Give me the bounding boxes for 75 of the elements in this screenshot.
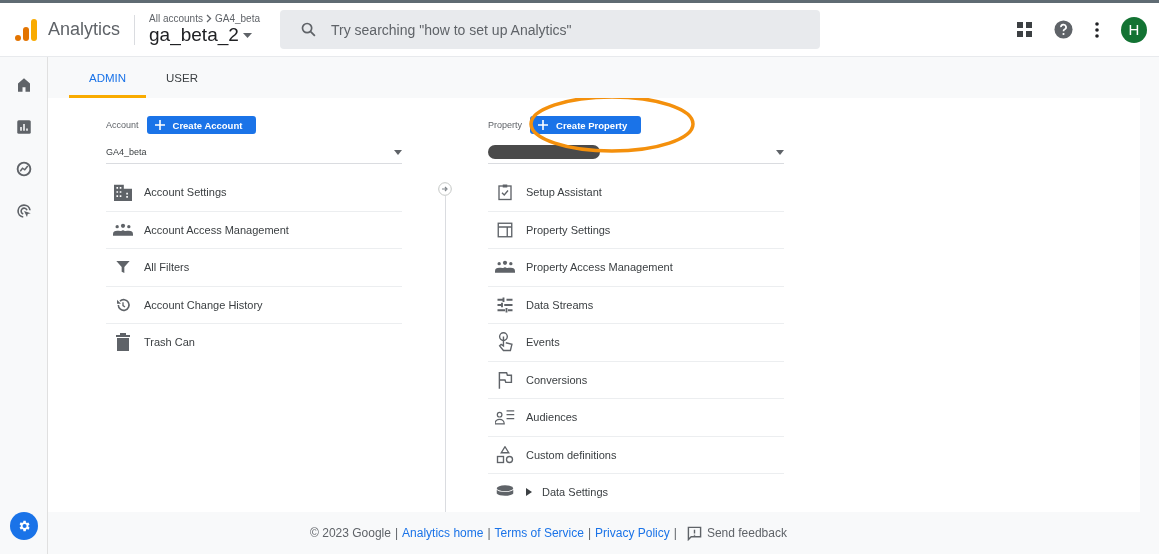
trash-icon — [116, 333, 130, 352]
menu-item[interactable]: Conversions — [488, 361, 784, 399]
feedback-button[interactable]: Send feedback — [686, 525, 787, 541]
menu-item[interactable]: All Filters — [106, 249, 402, 287]
apps-grid-icon[interactable] — [1017, 22, 1032, 37]
shapes-icon — [496, 445, 514, 464]
layout-icon — [496, 220, 514, 239]
menu-label: Data Settings — [542, 486, 609, 499]
chevron-right-icon — [205, 14, 212, 23]
menu-label: Account Settings — [144, 186, 227, 199]
property-picker[interactable]: ga_beta_2 — [149, 24, 260, 46]
menu-item[interactable]: Property Access Management — [488, 249, 784, 287]
streams-icon — [496, 296, 514, 313]
menu-item[interactable]: Trash Can — [106, 324, 402, 361]
plus-icon — [538, 120, 548, 130]
footer-link[interactable]: Privacy Policy — [595, 526, 670, 540]
footer-link[interactable]: Terms of Service — [494, 526, 584, 540]
menu-item[interactable]: Account Access Management — [106, 211, 402, 249]
help-icon[interactable] — [1054, 20, 1073, 39]
separator: | — [394, 526, 399, 540]
analytics-logo-icon — [14, 17, 38, 42]
flag-icon — [497, 370, 513, 389]
tab[interactable]: USER — [146, 57, 218, 98]
audience-icon — [495, 409, 515, 426]
separator: | — [673, 526, 677, 540]
copyright-text: © 2023 Google — [310, 526, 391, 540]
plus-icon — [154, 120, 165, 130]
menu-label: Property Access Management — [526, 261, 673, 274]
menu-label: Audiences — [526, 411, 578, 424]
menu-item[interactable]: Account Change History — [106, 286, 402, 324]
menu-label: Account Change History — [144, 298, 263, 311]
breadcrumb-link[interactable]: GA4_beta — [214, 13, 260, 24]
menu-item[interactable]: Setup Assistant — [488, 174, 784, 212]
menu-item[interactable]: Account Settings — [106, 174, 402, 212]
menu-label: All Filters — [144, 261, 190, 274]
menu-label: Data Streams — [526, 298, 594, 311]
footer-link[interactable]: Analytics home — [402, 526, 484, 540]
filter-icon — [115, 259, 131, 276]
separator: | — [587, 526, 592, 540]
history-icon — [115, 296, 131, 313]
avatar[interactable]: H — [1121, 16, 1147, 43]
dropdown-arrow-icon — [776, 149, 784, 155]
menu-label: Custom definitions — [526, 448, 617, 461]
selector-dropdown[interactable]: GA4_beta — [106, 141, 402, 164]
menu-item[interactable]: Custom definitions — [488, 436, 784, 474]
app-name: Analytics — [48, 14, 136, 45]
section-label: Property — [488, 120, 522, 130]
breadcrumb-link[interactable]: All accounts — [149, 13, 203, 24]
section-label: Account — [106, 120, 139, 130]
create-button[interactable]: Create Account — [146, 116, 257, 134]
touch-icon — [497, 332, 513, 353]
settings-icon[interactable] — [9, 512, 38, 540]
menu-label: Account Access Management — [144, 223, 289, 236]
dropdown-arrow-icon — [242, 32, 252, 38]
clipboard-check-icon — [496, 183, 514, 202]
separator: | — [487, 526, 491, 540]
dropdown-arrow-icon — [394, 149, 402, 155]
menu-label: Conversions — [526, 373, 588, 386]
arrow-circle-icon[interactable] — [438, 182, 452, 196]
menu-label: Events — [526, 336, 560, 349]
people-icon — [113, 222, 133, 237]
menu-item[interactable]: Events — [488, 324, 784, 362]
menu-item[interactable]: Audiences — [488, 399, 784, 437]
building-icon — [113, 183, 133, 202]
menu-label: Property Settings — [526, 223, 611, 236]
create-button[interactable]: Create Property — [530, 116, 642, 134]
feedback-icon — [686, 525, 702, 541]
more-menu-icon[interactable] — [1095, 21, 1099, 38]
menu-label: Trash Can — [144, 336, 195, 349]
people-icon — [495, 260, 515, 275]
search-field[interactable]: Try searching "how to set up Analytics" — [280, 10, 820, 49]
menu-item[interactable]: Data Settings — [488, 474, 784, 511]
menu-label: Setup Assistant — [526, 186, 602, 199]
menu-item[interactable]: Property Settings — [488, 211, 784, 249]
menu-item[interactable]: Data Streams — [488, 286, 784, 324]
